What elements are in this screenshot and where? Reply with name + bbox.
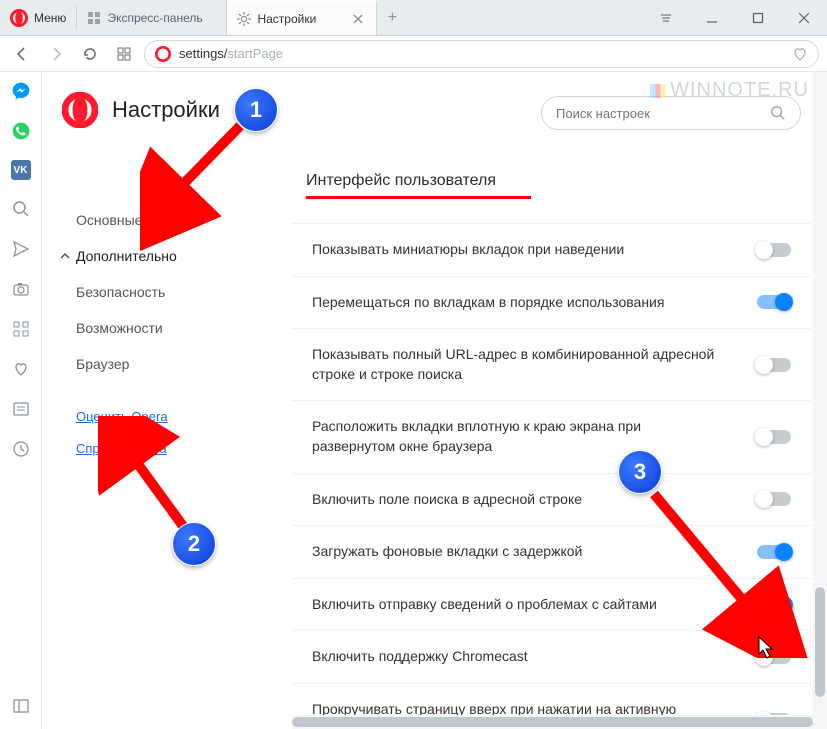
setting-row[interactable]: Включить поддержку Chromecast — [292, 630, 811, 683]
setting-row[interactable]: Расположить вкладки вплотную к краю экра… — [292, 400, 811, 472]
cursor-icon — [758, 636, 776, 660]
nav-rate-link[interactable]: Оценить Opera — [52, 400, 242, 432]
setting-row[interactable]: Включить отправку сведений о проблемах с… — [292, 578, 811, 631]
whatsapp-icon[interactable] — [10, 120, 32, 142]
setting-row[interactable]: Включить поле поиска в адресной строке — [292, 473, 811, 526]
speeddial-icon — [87, 11, 101, 25]
annotation-underline — [306, 196, 531, 199]
setting-row[interactable]: Перемещаться по вкладкам в порядке испол… — [292, 276, 811, 329]
toggle[interactable] — [757, 545, 791, 559]
grid-rail-icon[interactable] — [10, 318, 32, 340]
tab-settings[interactable]: Настройки — [227, 0, 377, 35]
vertical-scrollbar[interactable] — [813, 72, 827, 729]
heart-rail-icon[interactable] — [10, 358, 32, 380]
opera-menu-label: Меню — [34, 11, 66, 25]
nav-basic[interactable]: Основные — [52, 202, 242, 238]
opera-logo-large-icon — [62, 92, 98, 128]
tab-label: Настройки — [257, 12, 316, 26]
tab-label: Экспресс-панель — [107, 11, 202, 25]
page-title: Настройки — [112, 97, 220, 123]
speeddial-button[interactable] — [110, 40, 138, 68]
close-button[interactable] — [781, 0, 827, 36]
opera-badge-icon — [155, 46, 171, 62]
toggle[interactable] — [757, 598, 791, 612]
annotation-badge-1: 1 — [234, 88, 278, 132]
opera-logo-icon — [10, 9, 28, 27]
search-icon — [770, 105, 786, 121]
send-rail-icon[interactable] — [10, 238, 32, 260]
address-text: settings/startPage — [179, 46, 283, 61]
nav-security[interactable]: Безопасность — [52, 274, 242, 310]
toggle[interactable] — [757, 243, 791, 257]
window-controls — [643, 0, 827, 35]
horizontal-scrollbar[interactable] — [292, 715, 813, 729]
nav-features[interactable]: Возможности — [52, 310, 242, 346]
tab-speeddial[interactable]: Экспресс-панель — [77, 0, 227, 35]
watermark: WINNOTE.RU — [650, 79, 809, 102]
minimize-button[interactable] — [689, 0, 735, 36]
annotation-badge-2: 2 — [172, 522, 216, 566]
settings-search-input[interactable] — [556, 106, 770, 121]
opera-menu-button[interactable]: Меню — [0, 0, 76, 35]
toggle[interactable] — [757, 430, 791, 444]
back-button[interactable] — [8, 40, 36, 68]
clock-rail-icon[interactable] — [10, 438, 32, 460]
annotation-badge-3: 3 — [618, 450, 662, 494]
chevron-up-icon — [60, 251, 70, 261]
camera-rail-icon[interactable] — [10, 278, 32, 300]
nav-help-link[interactable]: Справка Opera — [52, 432, 242, 464]
navbar: settings/startPage — [0, 36, 827, 72]
new-tab-button[interactable]: + — [377, 0, 407, 35]
toggle[interactable] — [757, 492, 791, 506]
vk-icon[interactable]: VK — [11, 160, 31, 180]
setting-row[interactable]: Показывать полный URL-адрес в комбиниров… — [292, 328, 811, 400]
settings-main: Настройки Основные Дополнительно Безопас… — [42, 72, 827, 729]
forward-button[interactable] — [42, 40, 70, 68]
maximize-button[interactable] — [735, 0, 781, 36]
sidebar-rail: VK — [0, 72, 42, 729]
gear-icon — [237, 12, 251, 26]
nav-browser[interactable]: Браузер — [52, 346, 242, 382]
section-title: Интерфейс пользователя — [306, 172, 811, 190]
settings-nav: Основные Дополнительно Безопасность Возм… — [52, 202, 242, 464]
tab-close-icon[interactable] — [350, 11, 366, 27]
toggle[interactable] — [757, 358, 791, 372]
window-menu-icon[interactable] — [643, 0, 689, 36]
titlebar: Меню Экспресс-панель Настройки + — [0, 0, 827, 36]
setting-row[interactable]: Показывать миниатюры вкладок при наведен… — [292, 223, 811, 276]
settings-list: Показывать миниатюры вкладок при наведен… — [292, 223, 811, 729]
bookmark-heart-icon[interactable] — [792, 46, 808, 62]
reload-button[interactable] — [76, 40, 104, 68]
address-bar[interactable]: settings/startPage — [144, 40, 819, 68]
news-rail-icon[interactable] — [10, 398, 32, 420]
toggle[interactable] — [757, 295, 791, 309]
nav-advanced[interactable]: Дополнительно — [52, 238, 242, 274]
setting-row[interactable]: Загружать фоновые вкладки с задержкой — [292, 525, 811, 578]
page-header: Настройки — [62, 92, 220, 128]
messenger-icon[interactable] — [10, 80, 32, 102]
panel-rail-icon[interactable] — [10, 695, 32, 717]
settings-panel: Интерфейс пользователя Показывать миниат… — [292, 172, 811, 729]
search-rail-icon[interactable] — [10, 198, 32, 220]
